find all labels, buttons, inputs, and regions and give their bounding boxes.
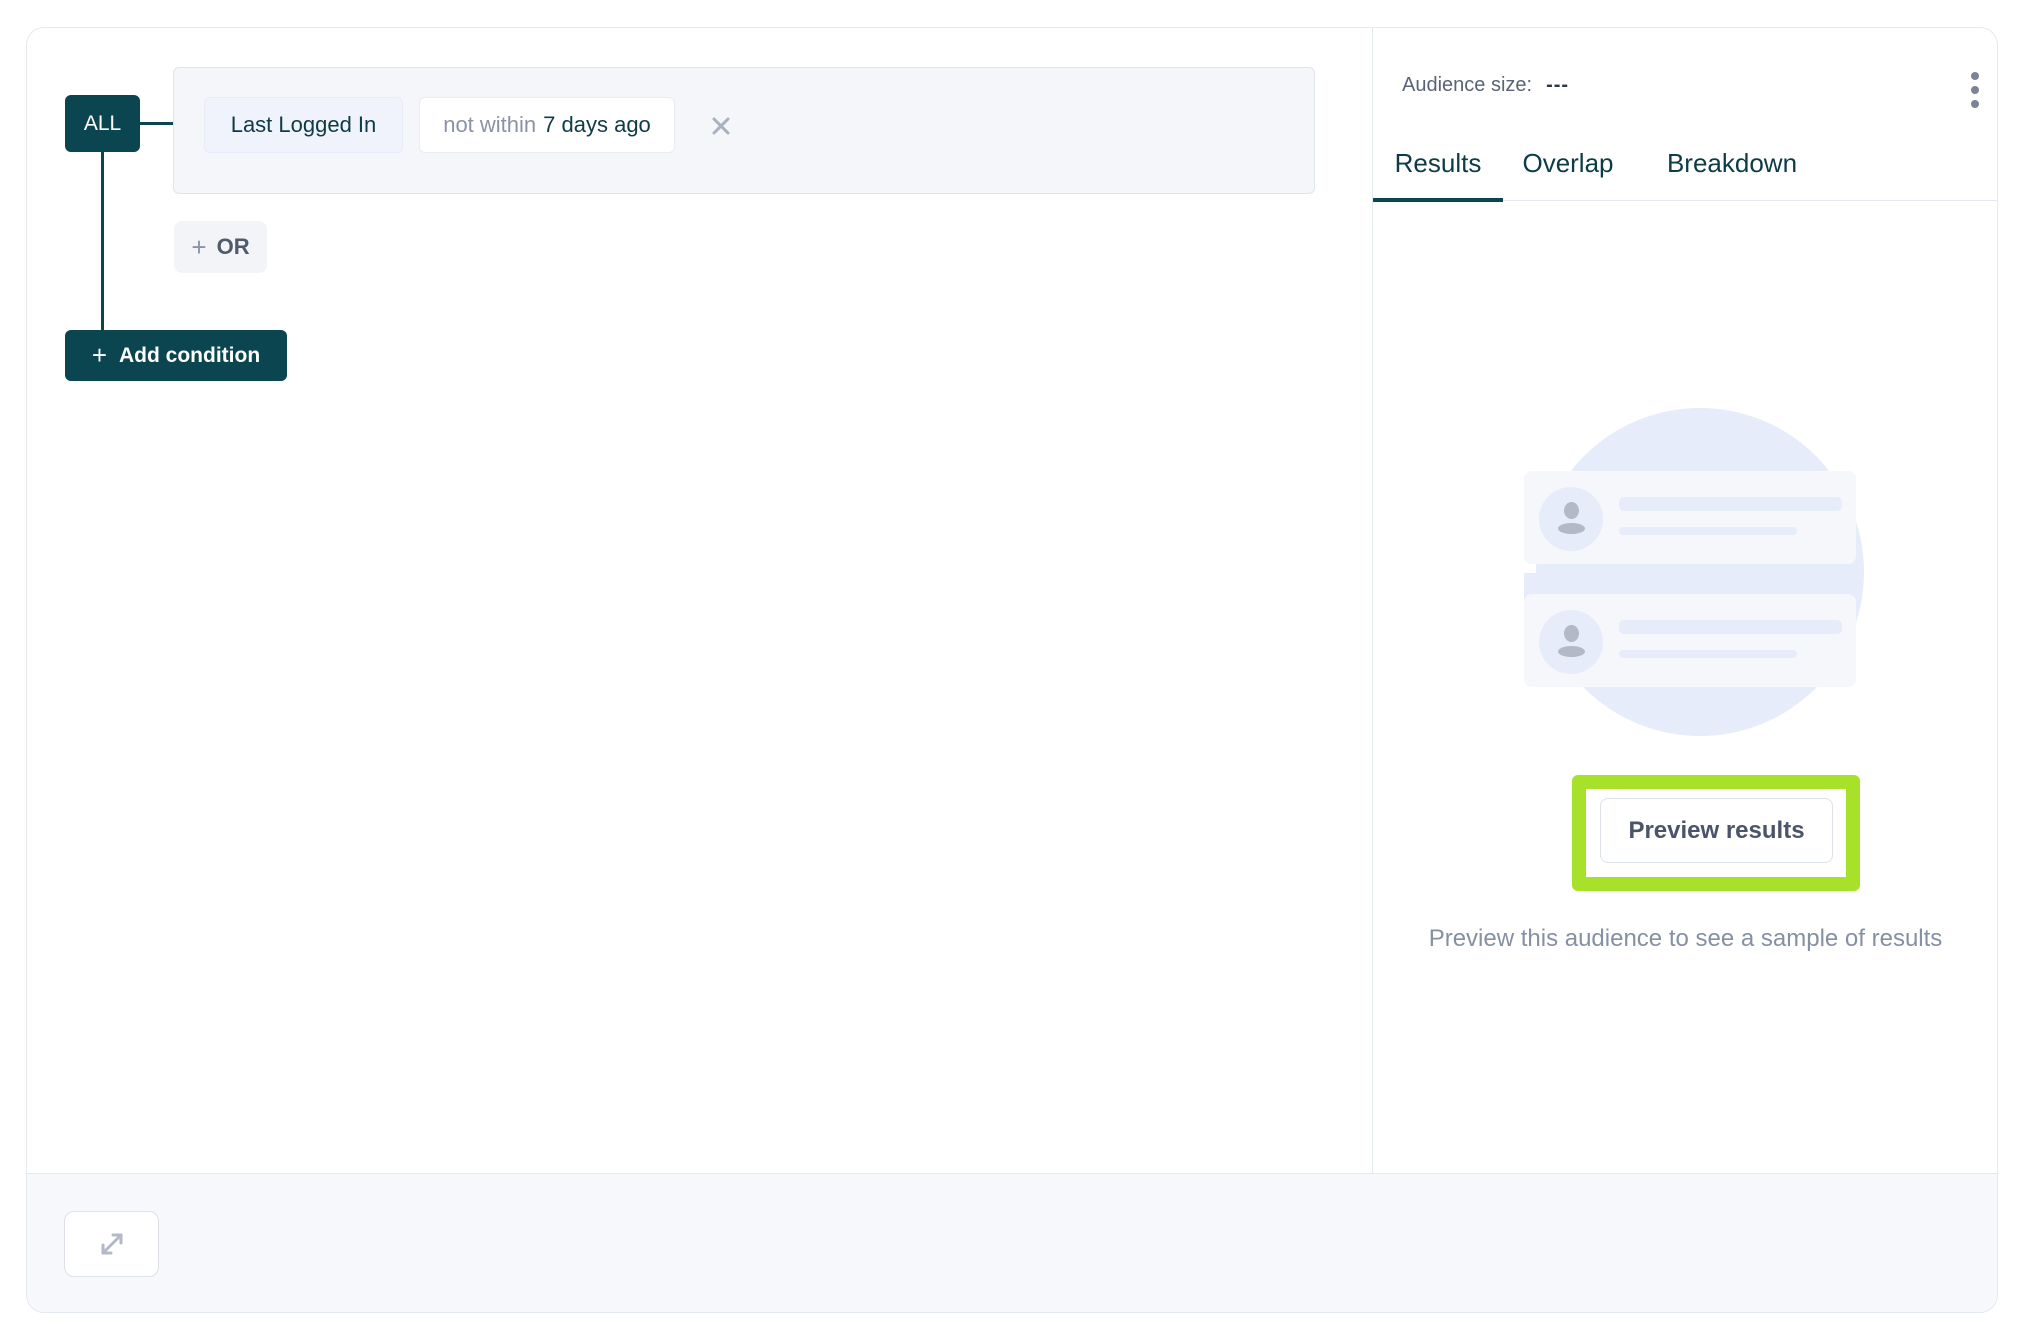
- add-or-button[interactable]: + OR: [174, 221, 267, 273]
- placeholder-line: [1619, 497, 1842, 511]
- audience-size-value: ---: [1546, 74, 1570, 96]
- user-avatar-icon: [1539, 610, 1603, 674]
- results-panel: Audience size: --- Results Overlap Break…: [1372, 28, 1997, 1173]
- remove-condition-button[interactable]: [706, 111, 736, 141]
- group-operator-label: ALL: [83, 111, 122, 135]
- tree-connector-vertical: [101, 152, 104, 332]
- add-condition-label: Add condition: [119, 343, 261, 367]
- audience-size-label: Audience size:: [1402, 74, 1533, 96]
- expand-button[interactable]: [64, 1211, 159, 1277]
- condition-attribute-label: Last Logged In: [230, 112, 377, 137]
- more-options-button[interactable]: [1969, 72, 1981, 108]
- group-operator-badge[interactable]: ALL: [65, 95, 140, 152]
- audience-builder-card: ALL Last Logged In not within 7 days ago…: [26, 27, 1998, 1313]
- audience-size: Audience size: ---: [1402, 74, 1569, 97]
- preview-results-button[interactable]: Preview results: [1600, 798, 1833, 863]
- expand-icon: [101, 1233, 122, 1255]
- tab-breakdown-label: Breakdown: [1666, 148, 1798, 178]
- empty-state-helper-text: Preview this audience to see a sample of…: [1428, 925, 1943, 952]
- builder-footer: [27, 1173, 1997, 1312]
- condition-value-pill[interactable]: not within 7 days ago: [419, 97, 675, 153]
- kebab-dot: [1971, 72, 1979, 80]
- kebab-dot: [1971, 100, 1979, 108]
- placeholder-line: [1619, 527, 1797, 535]
- empty-state-illustration: [1524, 408, 1864, 748]
- add-condition-button[interactable]: + Add condition: [65, 330, 287, 381]
- user-avatar-icon: [1539, 487, 1603, 551]
- tab-overlap-label: Overlap: [1522, 148, 1614, 178]
- condition-builder: ALL Last Logged In not within 7 days ago…: [27, 28, 1371, 1173]
- kebab-dot: [1971, 86, 1979, 94]
- preview-results-label: Preview results: [1628, 816, 1805, 844]
- tab-results[interactable]: Results: [1373, 148, 1503, 202]
- placeholder-line: [1619, 620, 1842, 634]
- highlight-frame: Preview results: [1572, 775, 1860, 891]
- condition-attribute-pill[interactable]: Last Logged In: [204, 97, 403, 153]
- tree-connector-horizontal: [140, 122, 174, 125]
- plus-icon: +: [191, 231, 207, 262]
- highlight-inner: Preview results: [1586, 789, 1846, 877]
- placeholder-row: [1524, 471, 1856, 564]
- placeholder-row: [1524, 594, 1856, 687]
- tab-breakdown[interactable]: Breakdown: [1658, 148, 1806, 200]
- condition-operator-label: not within: [443, 112, 537, 137]
- condition-group: Last Logged In not within 7 days ago: [173, 67, 1315, 194]
- tab-overlap[interactable]: Overlap: [1519, 148, 1617, 200]
- placeholder-line: [1619, 650, 1797, 658]
- plus-icon: +: [91, 340, 108, 370]
- condition-value-label: 7 days ago: [543, 112, 651, 137]
- or-button-label: OR: [216, 234, 250, 259]
- tab-results-label: Results: [1394, 148, 1482, 178]
- close-icon: [712, 117, 730, 135]
- results-tabs: Results Overlap Breakdown: [1373, 148, 1997, 202]
